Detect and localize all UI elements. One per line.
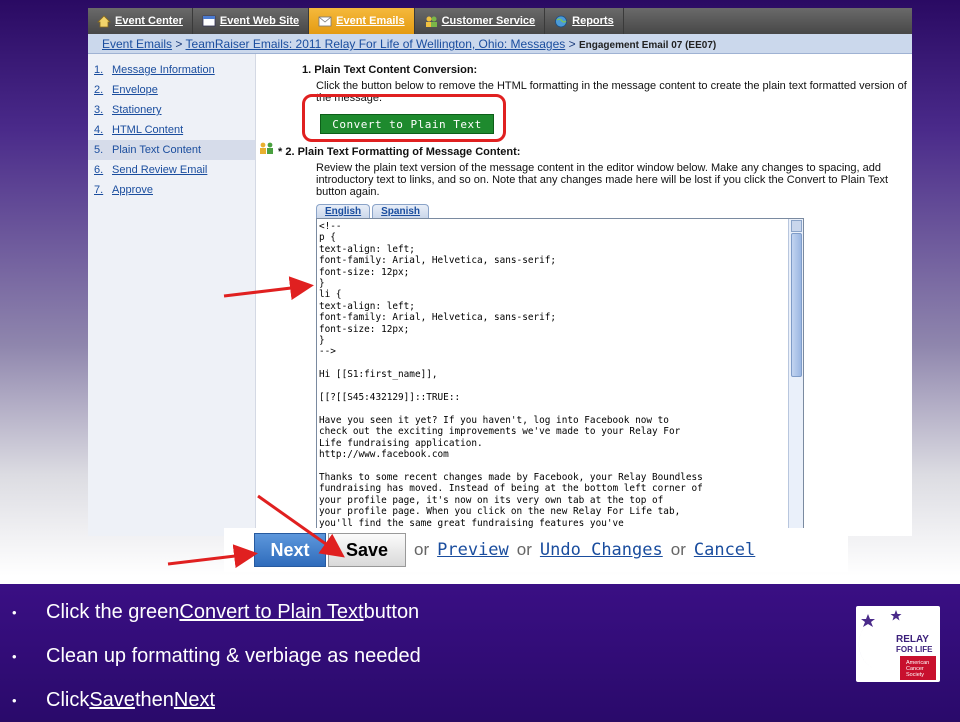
sidebar-step-html-content[interactable]: 4. HTML Content: [88, 120, 255, 140]
instruction-highlight: Next: [173, 688, 215, 711]
step-number: 3.: [94, 104, 104, 116]
sidebar-step-stationery[interactable]: 3. Stationery: [88, 100, 255, 120]
breadcrumb-current: Engagement Email 07 (EE07): [578, 40, 717, 51]
home-icon: [97, 14, 111, 27]
breadcrumb-messages[interactable]: TeamRaiser Emails: 2011 Relay For Life o…: [186, 37, 566, 51]
scroll-thumb[interactable]: [791, 233, 802, 377]
nav-label: Event Center: [115, 15, 183, 27]
instruction-highlight: Save: [89, 688, 135, 711]
instruction-text: Clean up formatting & verbiage as needed: [46, 644, 421, 667]
step-number: 6.: [94, 164, 104, 176]
globe-icon: [555, 15, 568, 27]
sidebar-step-send-review-email[interactable]: 6. Send Review Email: [88, 160, 255, 180]
sidebar-step-approve[interactable]: 7. Approve: [88, 180, 255, 200]
instruction-text: button: [363, 600, 420, 623]
step-number: 2.: [94, 84, 104, 96]
scroll-up-icon[interactable]: [791, 220, 802, 232]
undo-changes-link[interactable]: Undo Changes: [540, 540, 663, 560]
sidebar-step-envelope[interactable]: 2. Envelope: [88, 80, 255, 100]
instruction-text: then: [134, 688, 174, 711]
breadcrumb-event-emails[interactable]: Event Emails: [102, 37, 172, 51]
instruction-list: • Click the green Convert to Plain Text …: [12, 590, 421, 722]
nav-event-web-site[interactable]: Event Web Site: [193, 8, 310, 34]
or-separator: or: [670, 540, 686, 559]
preview-link[interactable]: Preview: [437, 540, 509, 560]
or-separator: or: [516, 540, 532, 559]
sidebar-step-message-information[interactable]: 1. Message Information: [88, 60, 255, 80]
instruction-item: • Click Save then Next: [12, 678, 421, 722]
relay-for-life-logo: RELAY FOR LIFE American Cancer Society: [856, 606, 940, 682]
cancel-link[interactable]: Cancel: [694, 540, 755, 560]
step-label: Stationery: [112, 104, 162, 116]
sidebar-step-plain-text-content[interactable]: 5. Plain Text Content: [88, 140, 255, 160]
nav-reports[interactable]: Reports: [545, 8, 624, 34]
bullet-icon: •: [12, 648, 17, 664]
instruction-text: Click: [46, 688, 90, 711]
language-tabs: English Spanish: [316, 204, 430, 219]
nav-event-center[interactable]: Event Center: [88, 8, 193, 34]
step-label: Envelope: [112, 84, 158, 96]
breadcrumb-separator: >: [568, 37, 576, 51]
website-icon: [202, 15, 216, 26]
nav-event-emails[interactable]: Event Emails: [309, 8, 415, 34]
app-screenshot: Event Center Event Web Site Event Emails…: [88, 8, 912, 536]
action-bar: Next Save or Preview or Undo Changes or …: [224, 528, 848, 572]
step-label: Plain Text Content: [112, 144, 202, 156]
step-number: 4.: [94, 124, 104, 136]
section-1-title: 1. Plain Text Content Conversion:: [302, 64, 478, 76]
next-button[interactable]: Next: [254, 533, 326, 567]
tab-english[interactable]: English: [316, 204, 371, 219]
logo-line2: FOR LIFE: [896, 645, 933, 654]
nav-label: Event Emails: [336, 15, 405, 27]
logo-mark-icon: RELAY FOR LIFE American Cancer Society: [858, 610, 936, 680]
breadcrumb-separator: >: [175, 37, 183, 51]
top-navigation: Event Center Event Web Site Event Emails…: [88, 8, 912, 34]
editor-scrollbar[interactable]: [788, 219, 803, 535]
step-label: Send Review Email: [112, 164, 208, 176]
instruction-highlight: Convert to Plain Text: [179, 600, 364, 623]
section-2-title: * 2. Plain Text Formatting of Message Co…: [278, 146, 521, 158]
logo-line1: RELAY: [896, 634, 929, 645]
step-label: HTML Content: [112, 124, 184, 136]
save-button[interactable]: Save: [328, 533, 406, 567]
instruction-item: • Click the green Convert to Plain Text …: [12, 590, 421, 634]
bullet-icon: •: [12, 692, 17, 708]
editor-text[interactable]: <!-- p { text-align: left; font-family: …: [317, 219, 791, 535]
step-number: 1.: [94, 64, 104, 76]
bullet-icon: •: [12, 604, 17, 620]
or-separator: or: [414, 540, 430, 559]
section-2-instructions: Review the plain text version of the mes…: [316, 162, 889, 198]
people-icon: [425, 16, 437, 27]
step-number: 7.: [94, 184, 104, 196]
nav-label: Event Web Site: [219, 15, 300, 27]
envelope-icon: [318, 16, 332, 26]
instruction-item: • Clean up formatting & verbiage as need…: [12, 634, 421, 678]
logo-org3: Society: [906, 672, 924, 678]
breadcrumb: Event Emails > TeamRaiser Emails: 2011 R…: [88, 34, 912, 54]
nav-label: Customer Service: [441, 15, 536, 27]
plain-text-editor[interactable]: <!-- p { text-align: left; font-family: …: [316, 218, 804, 536]
instructions-panel: • Click the green Convert to Plain Text …: [0, 584, 960, 720]
required-people-icon: [260, 142, 273, 154]
step-label: Message Information: [112, 64, 215, 76]
step-number: 5.: [94, 144, 104, 156]
nav-label: Reports: [572, 15, 614, 27]
wizard-steps-sidebar: 1. Message Information 2. Envelope 3. Stati…: [88, 54, 256, 536]
nav-customer-service[interactable]: Customer Service: [415, 8, 546, 34]
highlight-box: [302, 94, 506, 142]
step-label: Approve: [112, 184, 153, 196]
tab-spanish[interactable]: Spanish: [372, 204, 430, 219]
instruction-text: Click the green: [46, 600, 180, 623]
